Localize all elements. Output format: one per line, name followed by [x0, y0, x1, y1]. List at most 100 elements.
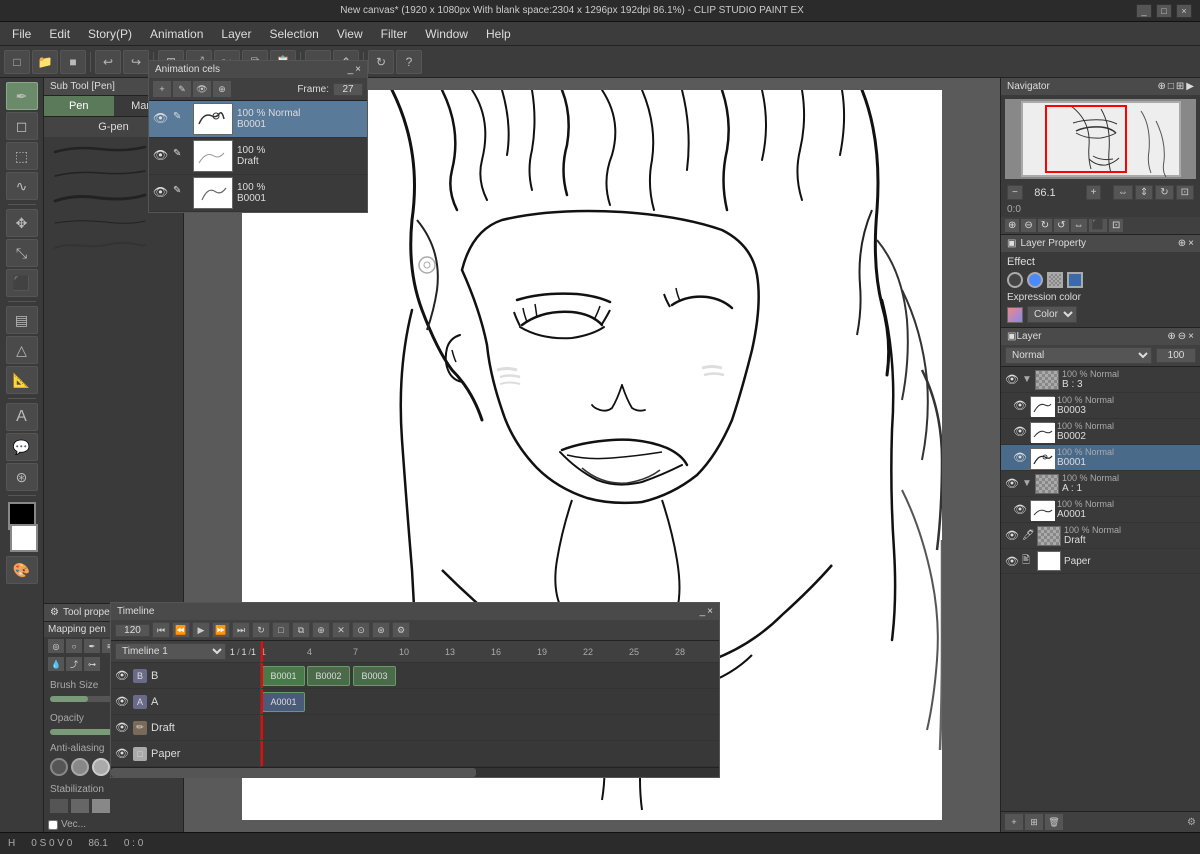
nav-icon2[interactable]: □ — [1168, 81, 1174, 92]
tl-delete-cel[interactable]: ✕ — [332, 622, 350, 638]
vec-checkbox[interactable] — [48, 820, 58, 830]
layer-b0002[interactable]: 👁 100 % Normal B0002 — [1001, 419, 1200, 445]
watercolor-icon[interactable]: 💧 — [48, 657, 64, 671]
maximize-button[interactable]: □ — [1156, 4, 1172, 18]
b0003-cel[interactable]: B0003 — [353, 666, 396, 686]
navigator-thumbnail[interactable] — [1005, 99, 1196, 179]
undo-button[interactable]: ↩ — [95, 50, 121, 74]
menu-file[interactable]: File — [4, 25, 39, 43]
layer-panel-icon2[interactable]: ⊖ — [1178, 331, 1186, 342]
cel-row-active[interactable]: 👁 ✎ 100 % Normal B0001 — [149, 101, 367, 138]
draft-track-frames[interactable] — [261, 715, 719, 741]
cel-pencil-draft-icon[interactable]: ✎ — [173, 148, 189, 164]
aa-medium[interactable] — [92, 758, 110, 776]
menu-layer[interactable]: Layer — [213, 25, 259, 43]
rotate-nav-button[interactable]: ↻ — [1155, 185, 1173, 200]
ruler-button[interactable]: 📐 — [6, 366, 38, 394]
blend-tool-button[interactable]: ⊛ — [6, 463, 38, 491]
anim-cels-close[interactable]: × — [355, 64, 361, 75]
cel-row-draft[interactable]: 👁 ✎ 100 % Draft — [149, 138, 367, 175]
eye-b0002-icon[interactable]: 👁 — [1013, 425, 1027, 438]
menu-filter[interactable]: Filter — [373, 25, 416, 43]
cel-row-b0001[interactable]: 👁 ✎ 100 % B0001 — [149, 175, 367, 212]
fill-button[interactable]: ⬛ — [6, 269, 38, 297]
tl-last-frame[interactable]: ⏭ — [232, 622, 250, 638]
balloon-button[interactable]: 💬 — [6, 433, 38, 461]
layer-panel-icon3[interactable]: × — [1188, 331, 1194, 342]
layer-paper[interactable]: 👁 🖹 Paper — [1001, 549, 1200, 574]
nav-icon4[interactable]: ▶ — [1186, 81, 1194, 92]
tl-track-paper[interactable]: 👁 □ Paper — [111, 741, 260, 767]
effect-btn-3[interactable] — [1047, 272, 1063, 288]
layer-settings-icon[interactable]: ⚙ — [1187, 817, 1196, 828]
b0001-cel[interactable]: B0001 — [262, 666, 305, 686]
start-end-icon[interactable]: ⊶ — [84, 657, 100, 671]
window-controls[interactable]: _ □ × — [1136, 4, 1192, 18]
stab-2[interactable] — [71, 799, 89, 813]
nav-icon3[interactable]: ⊞ — [1176, 81, 1184, 92]
selection-rect-button[interactable]: ⬚ — [6, 142, 38, 170]
lasso-tool-button[interactable]: ∿ — [6, 172, 38, 200]
eye-a0001-icon[interactable]: 👁 — [1013, 503, 1027, 516]
tl-new-cel[interactable]: □ — [272, 622, 290, 638]
stab-3[interactable] — [92, 799, 110, 813]
reset-nav-button[interactable]: ⊡ — [1176, 185, 1194, 200]
tl-play[interactable]: ▶ — [192, 622, 210, 638]
stab-1[interactable] — [50, 799, 68, 813]
eye-draft-icon[interactable]: 👁 — [1005, 529, 1019, 542]
anim-cels-minimize[interactable]: _ — [348, 64, 354, 75]
layer-group-b3[interactable]: 👁 ▼ 100 % Normal B : 3 — [1001, 367, 1200, 393]
flip-v-nav-button[interactable]: ⇕ — [1135, 185, 1153, 200]
layer-a0001[interactable]: 👁 100 % Normal A0001 — [1001, 497, 1200, 523]
expression-color-select[interactable]: Color — [1027, 306, 1077, 323]
add-group-button[interactable]: ⊞ — [1025, 814, 1043, 830]
save-button[interactable]: ■ — [60, 50, 86, 74]
tl-next-frame[interactable]: ⏩ — [212, 622, 230, 638]
aa-weak[interactable] — [71, 758, 89, 776]
cel-ref-button[interactable]: ⊕ — [213, 81, 231, 97]
a0001-cel[interactable]: A0001 — [262, 692, 305, 712]
opacity-icon[interactable]: ○ — [66, 639, 82, 653]
tl-onion-skin[interactable]: ⊙ — [352, 622, 370, 638]
delete-layer-button[interactable]: 🗑 — [1045, 814, 1063, 830]
expand-a1-arrow[interactable]: ▼ — [1022, 478, 1032, 489]
transform-button[interactable]: ⤡ — [6, 239, 38, 267]
menu-animation[interactable]: Animation — [142, 25, 211, 43]
frame-number-input[interactable] — [333, 83, 363, 96]
tl-track-b[interactable]: 👁 B B — [111, 663, 260, 689]
text-tool-button[interactable]: A — [6, 403, 38, 431]
minimize-button[interactable]: _ — [1136, 4, 1152, 18]
timeline-scroll-thumb[interactable] — [111, 768, 476, 777]
layer-b0003[interactable]: 👁 100 % Normal B0003 — [1001, 393, 1200, 419]
brush-size-icon[interactable]: ◎ — [48, 639, 64, 653]
cel-eye-button[interactable]: 👁 — [193, 81, 211, 97]
help-button[interactable]: ? — [396, 50, 422, 74]
tl-loop[interactable]: ↻ — [252, 622, 270, 638]
color-swatch[interactable] — [1007, 307, 1023, 323]
layer-draft[interactable]: 👁 🖊 100 % Normal Draft — [1001, 523, 1200, 549]
tl-eye-a-icon[interactable]: 👁 — [115, 695, 129, 708]
paper-track-frames[interactable] — [261, 741, 719, 767]
menu-help[interactable]: Help — [478, 25, 519, 43]
new-file-button[interactable]: □ — [4, 50, 30, 74]
zoom-in-button[interactable]: + — [1086, 185, 1102, 200]
ink-icon[interactable]: ✒ — [84, 639, 100, 653]
tl-close-button[interactable]: × — [707, 606, 713, 617]
nav-icon1[interactable]: ⊕ — [1157, 81, 1165, 92]
tl-ref-cel[interactable]: ⊕ — [312, 622, 330, 638]
effect-btn-2[interactable] — [1027, 272, 1043, 288]
redo-button[interactable]: ↪ — [123, 50, 149, 74]
tl-copy-cel[interactable]: ⧉ — [292, 622, 310, 638]
nav-btn-2[interactable]: ⊖ — [1021, 219, 1035, 232]
nav-btn-5[interactable]: ⇔ — [1071, 219, 1087, 232]
layer-opacity-input[interactable] — [1156, 348, 1196, 363]
layer-b0001[interactable]: 👁 100 % Normal B0001 — [1001, 445, 1200, 471]
move-layer-button[interactable]: ✥ — [6, 209, 38, 237]
correction-icon[interactable]: ⤴ — [66, 657, 82, 671]
tl-prev-frame[interactable]: ⏪ — [172, 622, 190, 638]
b-track-frames[interactable]: B0001 B0002 B0003 — [261, 663, 719, 689]
aa-none[interactable] — [50, 758, 68, 776]
nav-btn-4[interactable]: ↺ — [1054, 219, 1068, 232]
add-layer-button[interactable]: + — [1005, 814, 1023, 830]
menu-edit[interactable]: Edit — [41, 25, 78, 43]
